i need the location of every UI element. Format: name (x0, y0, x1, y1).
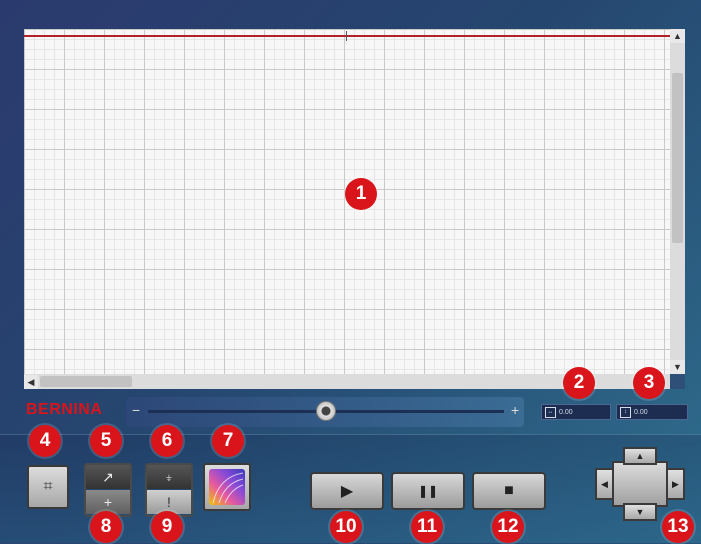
zoom-in-button[interactable]: + (511, 402, 519, 418)
move-right-button[interactable]: ▶ (666, 468, 685, 500)
thread-toggle[interactable]: ⍖ ! (145, 463, 193, 517)
crop-icon: ⌗ (43, 478, 53, 495)
scroll-down-icon[interactable]: ▼ (670, 360, 685, 374)
arrow-right-icon: ▶ (672, 478, 679, 489)
zoom-out-button[interactable]: − (132, 402, 140, 418)
hoop-guideline (24, 35, 670, 37)
center-marker (346, 31, 347, 41)
callout-11: 11 (411, 511, 443, 543)
callout-6: 6 (151, 425, 183, 457)
dpad-center[interactable] (612, 461, 668, 507)
callout-12: 12 (492, 511, 524, 543)
pause-button[interactable]: ❚❚ (391, 472, 465, 510)
callout-10: 10 (330, 511, 362, 543)
play-icon: ▶ (340, 483, 354, 500)
callout-1: 1 (345, 178, 377, 210)
needle-up-button[interactable]: ↗ (86, 465, 130, 489)
stop-button[interactable]: ■ (472, 472, 546, 510)
move-down-button[interactable]: ▼ (623, 503, 657, 521)
needle-position-toggle[interactable]: ↗ + (84, 463, 132, 517)
direction-pad: ▲ ▼ ◀ ▶ (595, 447, 685, 521)
move-left-button[interactable]: ◀ (595, 468, 614, 500)
arrows-horizontal-icon: ↔ (545, 406, 556, 418)
pause-icon: ❚❚ (417, 484, 439, 498)
arrows-vertical-icon: ↕ (620, 406, 631, 418)
scrollbar-corner (670, 374, 685, 389)
height-readout: ↕ 0.00 (616, 404, 688, 420)
thread-up-button[interactable]: ⍖ (147, 465, 191, 489)
move-up-button[interactable]: ▲ (623, 447, 657, 465)
color-palette-icon (209, 469, 245, 505)
color-button[interactable] (203, 463, 251, 511)
bernina-logo: BERNINA (26, 401, 103, 418)
callout-5: 5 (90, 425, 122, 457)
callout-7: 7 (212, 425, 244, 457)
arrow-left-icon: ◀ (601, 478, 608, 489)
thread-up-icon: ⍖ (164, 468, 174, 485)
vertical-scroll-thumb[interactable] (672, 73, 683, 243)
stop-icon: ■ (504, 482, 514, 499)
needle-down-icon: + (103, 494, 113, 510)
scroll-up-icon[interactable]: ▲ (670, 29, 685, 43)
vertical-scrollbar[interactable]: ▲ ▼ (670, 29, 685, 374)
arrow-up-icon: ▲ (635, 451, 645, 461)
horizontal-scroll-thumb[interactable] (40, 376, 132, 387)
app-frame: ▲ ▼ ◀ BERNINA − + ↔ 0.00 ↕ 0.00 ⌗ ↗ + ⍖ (0, 0, 701, 544)
height-value: 0.00 (634, 408, 648, 416)
callout-9: 9 (151, 511, 183, 543)
callout-3: 3 (633, 367, 665, 399)
callout-13: 13 (662, 511, 694, 543)
width-value: 0.00 (559, 408, 573, 416)
width-readout: ↔ 0.00 (541, 404, 611, 420)
arrow-down-icon: ▼ (635, 507, 645, 517)
play-button[interactable]: ▶ (310, 472, 384, 510)
needle-up-icon: ↗ (102, 468, 114, 485)
scroll-left-icon[interactable]: ◀ (24, 375, 38, 389)
callout-2: 2 (563, 367, 595, 399)
crop-button[interactable]: ⌗ (27, 465, 69, 509)
callout-4: 4 (29, 425, 61, 457)
callout-8: 8 (90, 511, 122, 543)
zoom-slider-knob[interactable] (316, 401, 336, 421)
thread-down-icon: ! (167, 494, 171, 510)
